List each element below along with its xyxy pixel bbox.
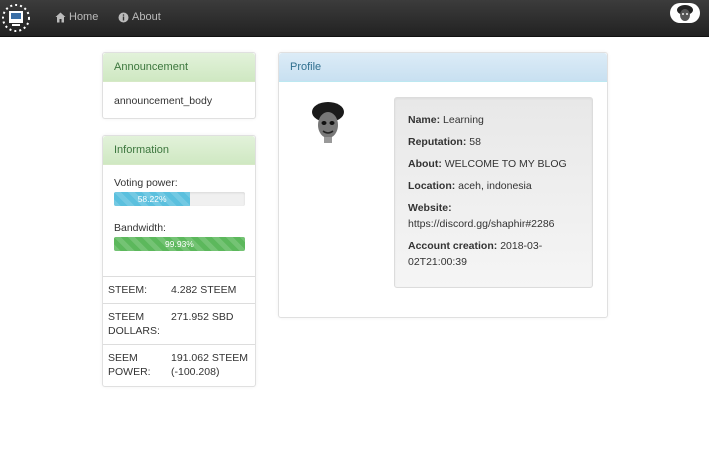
profile-reputation-row: Reputation: 58: [408, 134, 579, 150]
profile-creation-label: Account creation:: [408, 240, 498, 252]
profile-name-row: Name: Learning: [408, 112, 579, 128]
profile-name-label: Name:: [408, 114, 441, 126]
brand-logo-icon[interactable]: [0, 2, 32, 34]
profile-website-row: Website: https://discord.gg/shaphir#2286: [408, 200, 579, 232]
user-avatar[interactable]: [670, 3, 700, 23]
profile-name-value: Learning: [443, 114, 484, 126]
profile-avatar: [303, 97, 353, 147]
bandwidth-fill: 99.93%: [114, 237, 245, 251]
announcement-body: announcement_body: [114, 95, 213, 107]
information-title: Information: [103, 136, 255, 165]
profile-about-row: About: WELCOME TO MY BLOG: [408, 156, 579, 172]
table-row: STEEM: 4.282 STEEM: [103, 276, 255, 303]
table-row: STEEM DOLLARS: 271.952 SBD: [103, 303, 255, 344]
voting-power-fill: 58.22%: [114, 192, 191, 206]
nav-about-link[interactable]: About: [118, 11, 161, 23]
balance-key: SEEM POWER:: [108, 352, 151, 378]
bandwidth-bar: 99.93%: [114, 237, 245, 251]
profile-location-row: Location: aceh, indonesia: [408, 178, 579, 194]
balance-value: 191.062 STEEM (-100.208): [171, 352, 249, 378]
home-icon: [55, 12, 66, 23]
profile-website-label: Website:: [408, 202, 452, 214]
profile-reputation-value: 58: [469, 136, 481, 148]
profile-reputation-label: Reputation:: [408, 136, 467, 148]
balance-table: STEEM: 4.282 STEEM STEEM DOLLARS: 271.95…: [103, 276, 255, 385]
balance-key: STEEM DOLLARS:: [108, 311, 160, 337]
info-circle-icon: [118, 12, 129, 23]
profile-title: Profile: [279, 53, 607, 82]
profile-location-label: Location:: [408, 180, 456, 192]
balance-key: STEEM:: [108, 284, 148, 296]
balance-value: 271.952 SBD: [171, 311, 234, 323]
nav-home-label: Home: [69, 11, 99, 23]
profile-about-value: WELCOME TO MY BLOG: [444, 158, 567, 170]
nav-about-label: About: [132, 11, 161, 23]
table-row: SEEM POWER: 191.062 STEEM (-100.208): [103, 344, 255, 385]
voting-power-bar: 58.22%: [114, 192, 245, 206]
announcement-panel: Announcement announcement_body: [102, 52, 256, 119]
navbar: Home About: [0, 0, 709, 37]
profile-creation-row: Account creation: 2018-03-02T21:00:39: [408, 238, 579, 270]
profile-website-link[interactable]: https://discord.gg/shaphir#2286: [408, 218, 555, 230]
bandwidth-label: Bandwidth:: [114, 222, 166, 234]
profile-panel: Profile Name: Learning Reputation: 58 Ab…: [278, 52, 608, 318]
profile-about-label: About:: [408, 158, 442, 170]
balance-value: 4.282 STEEM: [171, 284, 237, 296]
profile-location-value: aceh, indonesia: [458, 180, 532, 192]
nav-home-link[interactable]: Home: [55, 11, 98, 23]
announcement-title: Announcement: [103, 53, 255, 82]
information-panel: Information Voting power: 58.22% Bandwid…: [102, 135, 256, 387]
profile-card: Name: Learning Reputation: 58 About: WEL…: [394, 97, 593, 288]
voting-power-label: Voting power:: [114, 177, 178, 189]
